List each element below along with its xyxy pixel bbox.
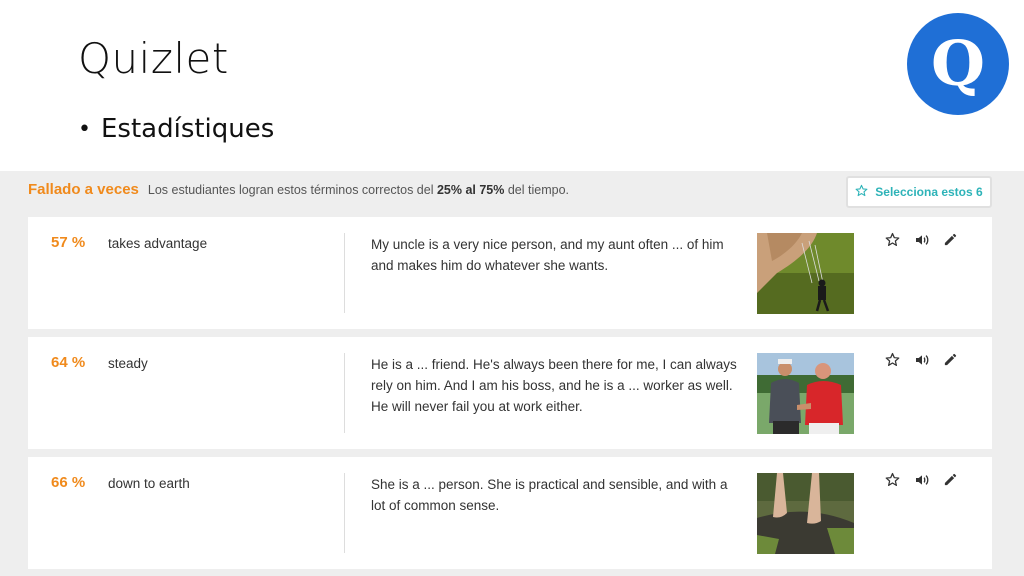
star-outline-icon xyxy=(855,184,868,200)
star-icon[interactable] xyxy=(884,471,901,488)
success-percent: 64 % xyxy=(51,354,86,371)
definition-text: My uncle is a very nice person, and my a… xyxy=(371,237,724,273)
term-card: 64 % steady He is a ... friend. He's alw… xyxy=(28,337,992,449)
section-title: Fallado a veces xyxy=(28,181,139,198)
term-image[interactable] xyxy=(757,473,854,554)
term-card: 66 % down to earth She is a ... person. … xyxy=(28,457,992,569)
term-text: takes advantage xyxy=(108,236,208,251)
term-text: down to earth xyxy=(108,476,190,491)
star-icon[interactable] xyxy=(884,351,901,368)
term-card: 57 % takes advantage My uncle is a very … xyxy=(28,217,992,329)
success-percent: 66 % xyxy=(51,474,86,491)
select-these-button[interactable]: Selecciona estos 6 xyxy=(846,176,992,208)
term-image[interactable] xyxy=(757,233,854,314)
select-these-label: Selecciona estos 6 xyxy=(875,185,983,199)
slide-title: Quizlet xyxy=(78,34,229,83)
pencil-icon[interactable] xyxy=(942,231,959,248)
pencil-icon[interactable] xyxy=(942,351,959,368)
section-header: Fallado a veces Los estudiantes logran e… xyxy=(28,181,569,198)
definition-text: He is a ... friend. He's always been the… xyxy=(371,357,737,414)
bullet-text: Estadístiques xyxy=(100,114,275,144)
card-actions xyxy=(884,351,959,368)
card-actions xyxy=(884,231,959,248)
term-image[interactable] xyxy=(757,353,854,434)
speaker-icon[interactable] xyxy=(913,471,930,488)
svg-text:Q: Q xyxy=(931,27,985,100)
card-actions xyxy=(884,471,959,488)
bullet-item: • Estadístiques xyxy=(78,114,274,144)
quizlet-logo-glyph: Q xyxy=(931,27,985,100)
definition-text: She is a ... person. She is practical an… xyxy=(371,477,728,513)
quizlet-logo: Q xyxy=(907,13,1009,115)
divider xyxy=(344,233,345,313)
speaker-icon[interactable] xyxy=(913,351,930,368)
divider xyxy=(344,473,345,553)
section-description: Los estudiantes logran estos términos co… xyxy=(147,183,569,197)
star-icon[interactable] xyxy=(884,231,901,248)
speaker-icon[interactable] xyxy=(913,231,930,248)
divider xyxy=(344,353,345,433)
bullet-dot: • xyxy=(78,116,91,142)
pencil-icon[interactable] xyxy=(942,471,959,488)
term-text: steady xyxy=(108,356,148,371)
success-percent: 57 % xyxy=(51,234,86,251)
